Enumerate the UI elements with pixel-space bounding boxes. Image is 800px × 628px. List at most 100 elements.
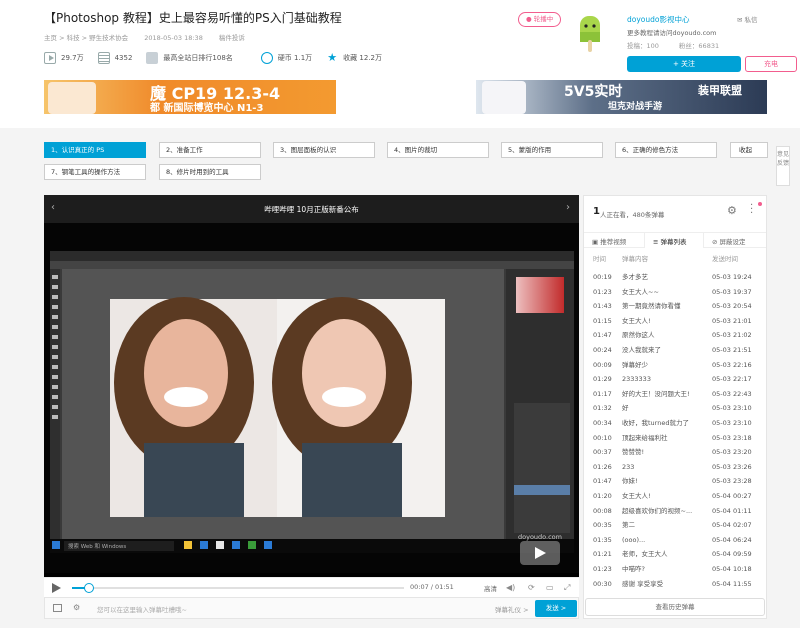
photoshop-screen-image	[44, 223, 579, 573]
send-danmaku-button[interactable]: 发送 >	[535, 600, 577, 617]
video-frame[interactable]: 搜索 Web 和 Windows doyoudo.com	[44, 223, 579, 573]
video-watermark: doyoudo.com	[518, 533, 562, 541]
favorite-value: 收藏 12.2万	[343, 54, 382, 62]
video-stats: 29.7万 4352 最高全站日排行108名 硬币 1.1万 ★ 收藏 12.2万	[44, 51, 396, 65]
uploader-submissions: 投稿：100	[627, 42, 659, 50]
online-label: 人正在看，480条弹幕	[600, 211, 665, 219]
recommended-icon: ▣	[592, 238, 601, 246]
charge-button[interactable]: 充电	[745, 56, 797, 72]
star-icon: ★	[327, 51, 338, 64]
part-item-3[interactable]: 3、图层面板的认识	[273, 142, 375, 158]
message-label: 私信	[744, 16, 758, 24]
notification-dot	[758, 202, 762, 206]
uploader-name[interactable]: doyoudo影视中心	[627, 14, 689, 25]
volume-icon[interactable]: ◀)	[506, 583, 515, 592]
feedback-tab[interactable]: 意见反馈	[776, 146, 790, 186]
banner-left-sub: 都 新国际博览中心 N1-3	[150, 103, 264, 114]
widescreen-icon[interactable]: ▭	[546, 583, 554, 592]
coin-value: 硬币 1.1万	[277, 54, 313, 62]
coin-button[interactable]: 硬币 1.1万	[260, 52, 313, 64]
history-danmaku-button[interactable]: 查看历史弹幕	[585, 598, 765, 616]
live-badge-label: 轮播中	[533, 15, 554, 23]
tab-recommended-label: 推荐视频	[600, 238, 627, 246]
online-count: 1	[593, 206, 600, 217]
big-play-button[interactable]	[520, 541, 560, 565]
panel-more-icon[interactable]: · · ·	[750, 201, 753, 219]
loop-icon[interactable]: ⟳	[528, 583, 535, 592]
part-item-1[interactable]: 1、认识真正的 PS	[44, 142, 146, 158]
coin-icon	[260, 52, 273, 64]
danmaku-icon	[97, 52, 110, 64]
uploader-fans: 粉丝：66831	[678, 42, 720, 50]
part-item-2[interactable]: 2、准备工作	[159, 142, 261, 158]
rank-info: 最高全站日排行108名	[146, 52, 233, 64]
quality-selector[interactable]: 高清	[484, 583, 497, 593]
banner-right-title: 5V5实时	[564, 84, 623, 100]
ad-banner-left[interactable]: 魔 CP19 12.3-4 都 新国际博览中心 N1-3	[44, 80, 336, 114]
banner-character-image	[482, 81, 526, 114]
panel-tabs: ▣ 推荐视频 ≡ 弹幕列表 ⊘ 屏蔽设定	[584, 232, 766, 248]
notice-next-icon[interactable]: ›	[566, 202, 570, 213]
part-item-7[interactable]: 7、钢笔工具的操作方法	[44, 164, 146, 180]
uploader-stats: 投稿：100 粉丝：66831	[627, 40, 739, 50]
ad-banner-right[interactable]: 5V5实时 坦克对战手游 装甲联盟	[476, 80, 767, 114]
player-controls: 00:07 / 01:51 高清 ◀) ⟳ ▭ ⤢	[44, 577, 579, 597]
favorite-button[interactable]: ★ 收藏 12.2万	[326, 52, 382, 64]
danmaku-send-bar: ⚙ 您可以在这里输入弹幕吐槽哦~ 弹幕礼仪 > 发送 >	[44, 597, 579, 619]
header-sent: 发送时间	[712, 255, 738, 263]
danmaku-table-header: 时间 弹幕内容 发送时间	[584, 251, 766, 268]
tab-block-settings[interactable]: ⊘ 屏蔽设定	[712, 236, 746, 246]
danmaku-toggle-icon[interactable]	[53, 604, 62, 612]
taskbar-search-text: 搜索 Web 和 Windows	[68, 544, 127, 550]
part-item-4[interactable]: 4、图片的裁切	[387, 142, 489, 158]
parts-collapse-button[interactable]: 收起	[730, 142, 768, 158]
header-time: 时间	[593, 255, 606, 263]
header-content: 弹幕内容	[622, 255, 648, 263]
tab-danmaku-list-label: ≡ 弹幕列表	[653, 236, 687, 246]
report-link[interactable]: 稿件投诉	[219, 34, 245, 42]
play-count: 29.7万	[44, 52, 84, 64]
danmaku-row[interactable]: 00:30 感谢 享受享受 05-04 11:55	[584, 576, 766, 593]
breadcrumb-path[interactable]: 主页 > 科技 > 野生技术协会	[44, 34, 128, 42]
play-icon	[535, 547, 546, 559]
time-display: 00:07 / 01:51	[410, 583, 454, 591]
list-icon: ≡	[653, 238, 661, 246]
danmaku-etiquette-link[interactable]: 弹幕礼仪 >	[495, 604, 529, 614]
breadcrumb: 主页 > 科技 > 野生技术协会 2018-05-03 18:38 稿件投诉	[44, 32, 259, 42]
progress-bar[interactable]	[72, 587, 404, 589]
danmaku-input[interactable]: 您可以在这里输入弹幕吐槽哦~	[97, 604, 187, 614]
panel-settings-icon[interactable]: ⚙	[727, 204, 737, 217]
play-pause-icon[interactable]	[52, 583, 61, 593]
part-item-5[interactable]: 5、蒙版的作用	[501, 142, 603, 158]
tab-danmaku-list[interactable]: ≡ 弹幕列表	[644, 233, 704, 248]
video-player[interactable]: ‹ 哔哩哔哩 10月正版新番公布 › 搜索 Web 和 Windows doyo…	[44, 195, 579, 597]
publish-date: 2018-05-03 18:38	[144, 34, 203, 42]
uploader-avatar[interactable]	[574, 14, 606, 54]
danmaku-sent-time: 05-04 11:55	[712, 579, 752, 588]
rank-value: 最高全站日排行108名	[163, 54, 233, 62]
block-icon: ⊘	[712, 238, 720, 246]
banner-character-image	[48, 82, 96, 114]
message-button[interactable]: ✉ 私信	[737, 14, 758, 24]
play-count-value: 29.7万	[61, 54, 84, 62]
player-notice[interactable]: 哔哩哔哩 10月正版新番公布	[44, 204, 579, 215]
live-badge-icon: ●	[526, 15, 534, 23]
video-title: 【Photoshop 教程】史上最容易听懂的PS入门基础教程	[44, 11, 342, 25]
page: 【Photoshop 教程】史上最容易听懂的PS入门基础教程 主页 > 科技 >…	[0, 0, 800, 628]
fullscreen-icon[interactable]: ⤢	[564, 583, 570, 593]
danmaku-content: 感谢 享受享受	[622, 579, 664, 588]
progress-handle[interactable]	[83, 583, 94, 593]
danmaku-time: 00:30	[593, 579, 612, 588]
part-item-8[interactable]: 8、修片时用到的工具	[159, 164, 261, 180]
tab-recommended[interactable]: ▣ 推荐视频	[592, 236, 626, 246]
banner-right-sub: 坦克对战手游	[608, 102, 663, 112]
mail-icon: ✉	[737, 16, 745, 24]
part-item-6[interactable]: 6、正确的修色方法	[615, 142, 717, 158]
live-badge[interactable]: ● 轮播中	[518, 12, 562, 27]
danmaku-count: 4352	[97, 52, 133, 64]
danmaku-count-value: 4352	[114, 54, 133, 62]
follow-button[interactable]: + 关注	[627, 56, 741, 72]
danmaku-settings-icon[interactable]: ⚙	[73, 603, 80, 612]
banner-right-logo: 装甲联盟	[698, 84, 742, 97]
play-count-icon	[44, 52, 56, 64]
